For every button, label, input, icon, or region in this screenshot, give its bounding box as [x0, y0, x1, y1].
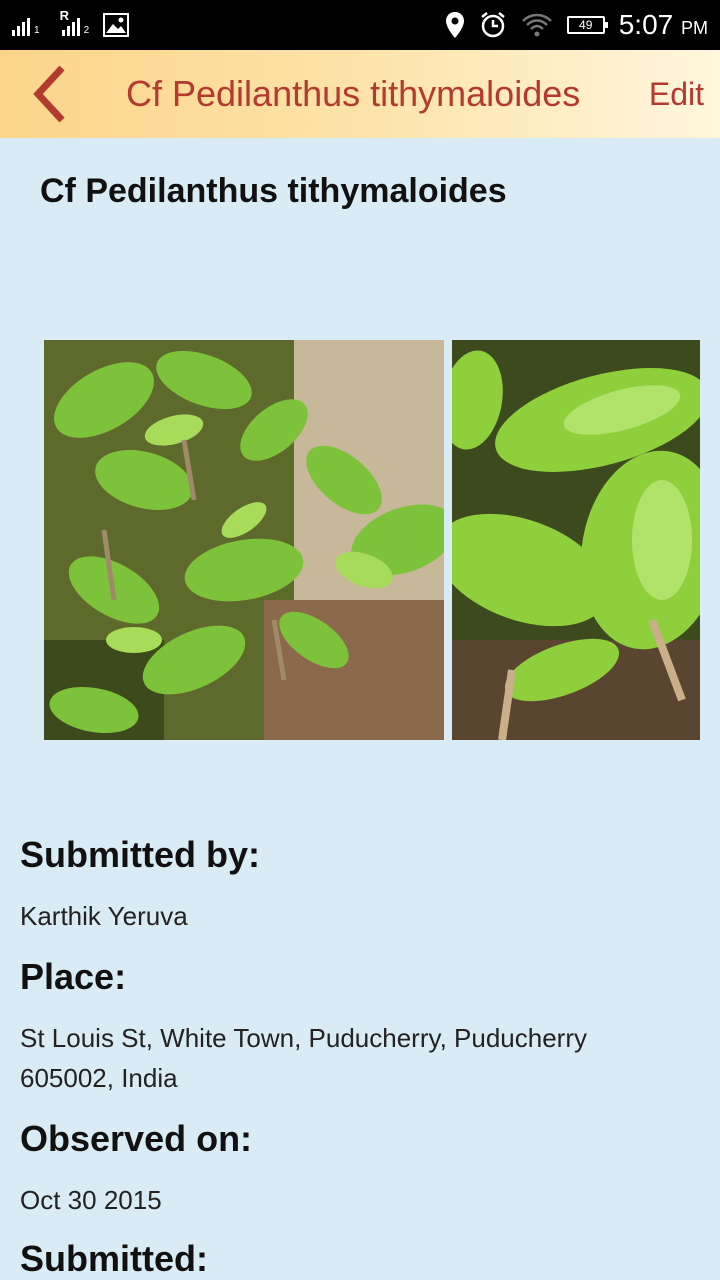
- edit-button[interactable]: Edit: [649, 76, 704, 113]
- app-bar: Cf Pedilanthus tithymaloides Edit: [0, 50, 720, 138]
- place-value: St Louis St, White Town, Puducherry, Pud…: [20, 1023, 587, 1093]
- leafy-shrub-photo: [44, 340, 444, 740]
- sim1-label: 1: [34, 25, 40, 36]
- observation-photo-2[interactable]: [452, 340, 700, 740]
- clock-ampm: PM: [681, 18, 708, 38]
- back-button[interactable]: [0, 50, 100, 138]
- close-leaf-photo: [452, 340, 700, 740]
- status-bar: 1 R 2 49 5:07 PM: [0, 0, 720, 50]
- place-label: Place:: [20, 956, 127, 997]
- wifi-icon: [521, 13, 552, 37]
- submitted-label: Submitted:: [20, 1238, 208, 1279]
- submitted-by-label: Submitted by:: [20, 834, 260, 875]
- battery-level: 49: [579, 18, 593, 32]
- observation-photo-1[interactable]: [44, 340, 444, 740]
- app-title: Cf Pedilanthus tithymaloides: [126, 73, 581, 114]
- sim2-label: 2: [83, 25, 90, 36]
- clock-time: 5:07: [618, 9, 674, 40]
- signal-sim1-icon: 1: [12, 14, 40, 36]
- submitted-by-value: Karthik Yeruva: [20, 901, 188, 931]
- observed-on-label: Observed on:: [20, 1118, 253, 1159]
- species-title: Cf Pedilanthus tithymaloides: [40, 172, 507, 210]
- status-right: 49 5:07 PM: [445, 9, 708, 41]
- observed-on-value: Oct 30 2015: [20, 1185, 162, 1215]
- chevron-left-icon: [33, 65, 65, 123]
- status-left: 1 R 2: [12, 8, 130, 37]
- alarm-icon: [480, 12, 505, 38]
- battery-icon: 49: [566, 16, 608, 34]
- signal-sim2-icon: R 2: [60, 8, 90, 36]
- location-icon: [445, 12, 464, 38]
- clock: 5:07 PM: [619, 9, 708, 41]
- image-notification-icon: [103, 13, 130, 37]
- roaming-label: R: [59, 8, 69, 23]
